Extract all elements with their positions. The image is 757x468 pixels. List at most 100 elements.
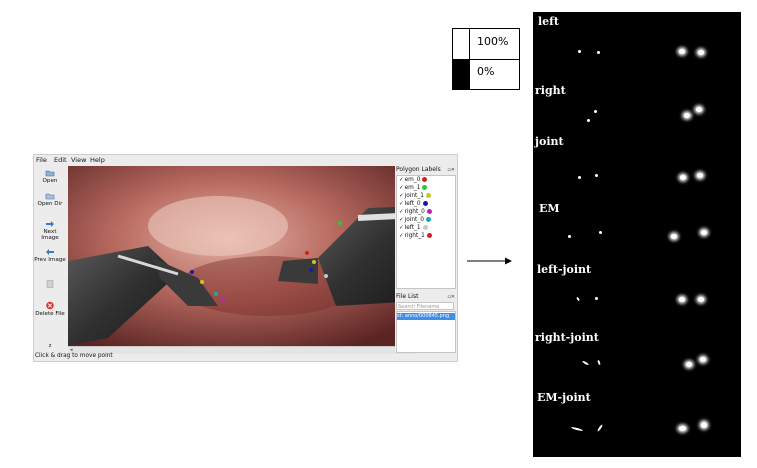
color-dot-icon bbox=[425, 193, 431, 198]
label-item-left-1[interactable]: ✓left_1 bbox=[399, 224, 428, 232]
right-instrument-stripe bbox=[357, 213, 399, 221]
heat-blob bbox=[697, 173, 703, 178]
heat-blob bbox=[679, 426, 686, 431]
label-item-right-1[interactable]: ✓right_1 bbox=[399, 232, 432, 240]
label-item-joint-0[interactable]: ✓joint_0 bbox=[399, 216, 431, 224]
heat-blob bbox=[700, 357, 706, 362]
prev-image-button[interactable]: Prev Image bbox=[34, 248, 66, 263]
save-button[interactable] bbox=[34, 280, 66, 289]
heat-point bbox=[587, 119, 590, 122]
color-dot-icon bbox=[426, 233, 432, 238]
checkbox-icon[interactable]: ✓ bbox=[399, 225, 404, 231]
heat-blob bbox=[698, 50, 704, 55]
menu-file[interactable]: File bbox=[36, 156, 47, 164]
menu-help[interactable]: Help bbox=[90, 156, 105, 164]
next-image-label: Next Image bbox=[41, 229, 59, 241]
heat-point bbox=[594, 110, 597, 113]
file-list-item-selected[interactable]: st: anno/000845.png bbox=[397, 313, 455, 320]
point-joint-1[interactable] bbox=[312, 260, 316, 264]
polygon-label-list: ✓em_0 ✓em_1 ✓joint_1 ✓left_0 ✓right_0 ✓j… bbox=[396, 175, 456, 289]
menu-edit[interactable]: Edit bbox=[54, 156, 67, 164]
label-item-right-0[interactable]: ✓right_0 bbox=[399, 208, 432, 216]
row-label-right: right bbox=[535, 84, 566, 97]
tissue-highlight bbox=[148, 196, 288, 256]
row-label-em-joint: EM-joint bbox=[537, 391, 591, 404]
heat-blob bbox=[679, 297, 685, 302]
save-icon bbox=[46, 280, 54, 288]
heat-blob bbox=[679, 49, 685, 54]
heat-point bbox=[597, 51, 600, 54]
checkbox-icon[interactable]: ✓ bbox=[399, 233, 404, 239]
label-item-left-0[interactable]: ✓left_0 bbox=[399, 200, 428, 208]
point-right-1[interactable] bbox=[324, 274, 328, 278]
label-item-em-1[interactable]: ✓em_1 bbox=[399, 184, 428, 192]
color-dot-icon bbox=[422, 177, 428, 182]
color-dot-icon bbox=[426, 209, 432, 214]
heat-stroke bbox=[581, 360, 590, 366]
toolbar: Open Open Dir Next Image Prev Image Dele… bbox=[34, 166, 66, 352]
prev-arrow-icon bbox=[46, 249, 54, 255]
point-left-1[interactable] bbox=[309, 268, 313, 272]
next-arrow-icon bbox=[46, 221, 54, 227]
prev-image-label: Prev Image bbox=[34, 257, 66, 263]
search-filename-input[interactable]: Search Filename bbox=[396, 302, 454, 310]
zoom-indicator: z bbox=[48, 343, 52, 349]
open-label: Open bbox=[42, 178, 58, 184]
side-panel: Polygon Labels ▫✕ ✓em_0 ✓em_1 ✓joint_1 ✓… bbox=[395, 166, 457, 353]
heatmap-results-panel: left right joint EM left-joint right-joi… bbox=[533, 12, 741, 457]
checkbox-icon[interactable]: ✓ bbox=[399, 209, 404, 215]
annotation-app-window: File Edit View Help Open Open Dir Next I… bbox=[33, 154, 458, 362]
point-joint[interactable] bbox=[200, 280, 204, 284]
legend-top-label: 100% bbox=[477, 35, 509, 48]
color-dot-icon bbox=[422, 201, 428, 206]
checkbox-icon[interactable]: ✓ bbox=[399, 201, 404, 207]
file-list: st: anno/000845.png bbox=[396, 311, 456, 353]
menu-bar: File Edit View Help bbox=[34, 155, 457, 166]
point-left-0[interactable] bbox=[190, 270, 194, 274]
annotation-canvas[interactable] bbox=[68, 166, 419, 346]
point-em-0[interactable] bbox=[305, 251, 309, 255]
right-arrow-icon bbox=[467, 257, 512, 265]
legend-swatch-white bbox=[453, 29, 470, 60]
heat-blob bbox=[680, 175, 686, 180]
color-dot-icon bbox=[425, 217, 431, 222]
legend-divider bbox=[469, 59, 519, 60]
heat-point bbox=[595, 297, 598, 300]
label-item-em-0[interactable]: ✓em_0 bbox=[399, 176, 428, 184]
checkbox-icon[interactable]: ✓ bbox=[399, 185, 404, 191]
color-dot-icon bbox=[422, 225, 428, 230]
intensity-legend: 100% 0% bbox=[452, 28, 520, 90]
heat-point bbox=[599, 231, 602, 234]
point-joint-0[interactable] bbox=[214, 292, 218, 296]
panel-float-close-icon[interactable]: ▫✕ bbox=[447, 294, 455, 300]
polygon-labels-title: Polygon Labels bbox=[396, 166, 441, 173]
checkbox-icon[interactable]: ✓ bbox=[399, 177, 404, 183]
point-right-0[interactable] bbox=[221, 298, 225, 302]
heat-point bbox=[578, 176, 581, 179]
file-list-title: File List bbox=[396, 293, 419, 300]
delete-icon bbox=[46, 301, 54, 310]
menu-view[interactable]: View bbox=[71, 156, 86, 164]
label-item-joint-1[interactable]: ✓joint_1 bbox=[399, 192, 431, 200]
open-dir-button[interactable]: Open Dir bbox=[34, 192, 66, 207]
checkbox-icon[interactable]: ✓ bbox=[399, 193, 404, 199]
legend-bottom-label: 0% bbox=[477, 65, 495, 78]
row-label-left: left bbox=[538, 15, 559, 28]
panel-float-close-icon[interactable]: ▫✕ bbox=[447, 167, 455, 173]
open-button[interactable]: Open bbox=[34, 169, 66, 184]
next-image-button[interactable]: Next Image bbox=[34, 220, 66, 241]
delete-file-label: Delete File bbox=[35, 311, 65, 317]
open-dir-label: Open Dir bbox=[37, 201, 63, 207]
checkbox-icon[interactable]: ✓ bbox=[399, 217, 404, 223]
heat-blob bbox=[698, 297, 704, 302]
heat-blob bbox=[686, 362, 692, 367]
point-em-1[interactable] bbox=[337, 220, 343, 226]
heat-point bbox=[578, 50, 581, 53]
delete-file-button[interactable]: Delete File bbox=[34, 301, 66, 317]
canvas-area: ◂ ▸ ▴ ▾ bbox=[68, 166, 426, 354]
legend-swatch-black bbox=[453, 59, 470, 89]
heat-point bbox=[576, 296, 580, 302]
heat-stroke bbox=[570, 426, 584, 432]
heat-blob bbox=[696, 107, 702, 112]
row-label-em: EM bbox=[539, 202, 560, 215]
